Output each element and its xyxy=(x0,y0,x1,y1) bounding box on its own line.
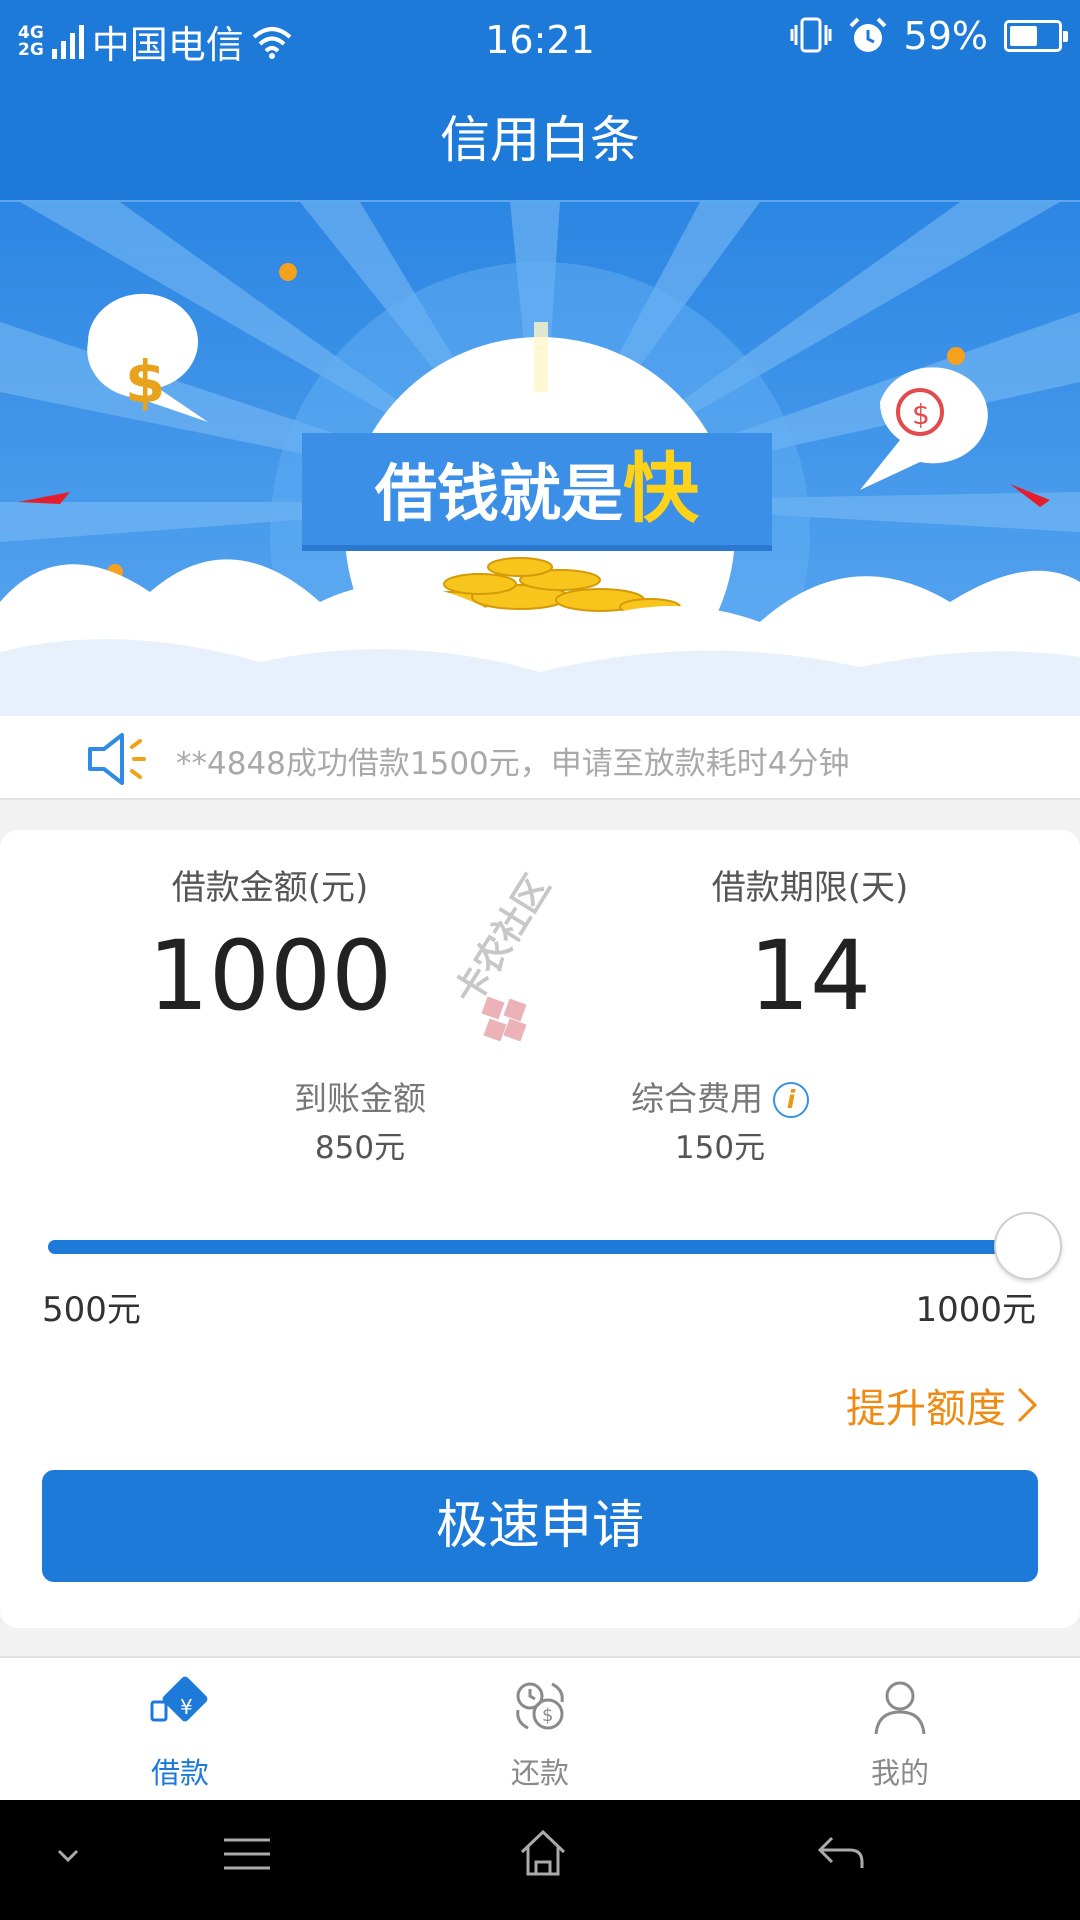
banner-slogan: 借钱就是快 xyxy=(302,433,772,545)
amount-slider-thumb[interactable] xyxy=(994,1212,1062,1280)
amount-value[interactable]: 1000 xyxy=(120,920,420,1032)
svg-text:¥: ¥ xyxy=(180,1695,193,1719)
user-icon xyxy=(874,1681,926,1735)
received-label: 到账金额 xyxy=(294,1079,426,1118)
promo-banner[interactable]: $ $ 借钱就是快 xyxy=(0,202,1080,716)
svg-text:$: $ xyxy=(912,398,930,431)
back-icon[interactable] xyxy=(816,1834,866,1874)
vibrate-icon xyxy=(790,17,832,53)
slider-min-label: 500元 xyxy=(42,1290,141,1330)
chevron-down-icon[interactable] xyxy=(56,1848,80,1864)
menu-icon[interactable] xyxy=(222,1834,272,1874)
slider-max-label: 1000元 xyxy=(915,1290,1036,1330)
loan-icon: ¥ xyxy=(150,1676,208,1722)
speaker-icon xyxy=(88,733,146,785)
home-icon[interactable] xyxy=(518,1828,568,1878)
apply-button[interactable]: 极速申请 xyxy=(42,1470,1038,1582)
tab-repay[interactable]: $ 还款 xyxy=(440,1658,640,1802)
fee-label-row: 综合费用 i xyxy=(600,1072,840,1120)
repay-icon: $ xyxy=(516,1682,564,1730)
term-value[interactable]: 14 xyxy=(660,920,960,1032)
info-icon[interactable]: i xyxy=(773,1082,809,1118)
tab-loan[interactable]: ¥ 借款 xyxy=(80,1658,280,1802)
bottom-tab-bar: ¥ 借款 $ 还款 我的 xyxy=(0,1656,1080,1800)
amount-label: 借款金额(元) xyxy=(171,868,369,908)
chevron-right-icon xyxy=(1017,1387,1038,1423)
fee-value: 150元 xyxy=(674,1130,766,1166)
raise-limit-label: 提升额度 xyxy=(846,1386,1006,1432)
svg-text:$: $ xyxy=(542,1705,553,1726)
system-nav-bar xyxy=(0,1800,1080,1920)
status-bar: 4G 2G 中国电信 16:21 59% xyxy=(0,0,1080,78)
term-label: 借款期限(天) xyxy=(711,868,909,908)
loan-notice-ticker: **4848成功借款1500元，申请至放款耗时4分钟 xyxy=(0,716,1080,800)
page-title: 信用白条 xyxy=(0,78,1080,202)
tab-mine[interactable]: 我的 xyxy=(800,1658,1000,1802)
banner-slogan-highlight: 快 xyxy=(623,444,699,533)
tab-label: 借款 xyxy=(150,1756,209,1790)
fee-label: 综合费用 xyxy=(631,1079,763,1118)
raise-limit-link[interactable]: 提升额度 xyxy=(846,1376,1038,1434)
alarm-icon xyxy=(849,17,886,52)
tab-label: 我的 xyxy=(870,1756,929,1790)
tab-label: 还款 xyxy=(510,1756,569,1790)
svg-text:$: $ xyxy=(125,348,165,416)
battery-percent: 59% xyxy=(903,14,988,58)
received-value: 850元 xyxy=(314,1130,406,1166)
amount-slider-track[interactable] xyxy=(48,1240,1028,1254)
battery-icon xyxy=(1004,20,1068,52)
watermark-logo xyxy=(481,996,527,1042)
notice-text: **4848成功借款1500元，申请至放款耗时4分钟 xyxy=(176,746,850,782)
